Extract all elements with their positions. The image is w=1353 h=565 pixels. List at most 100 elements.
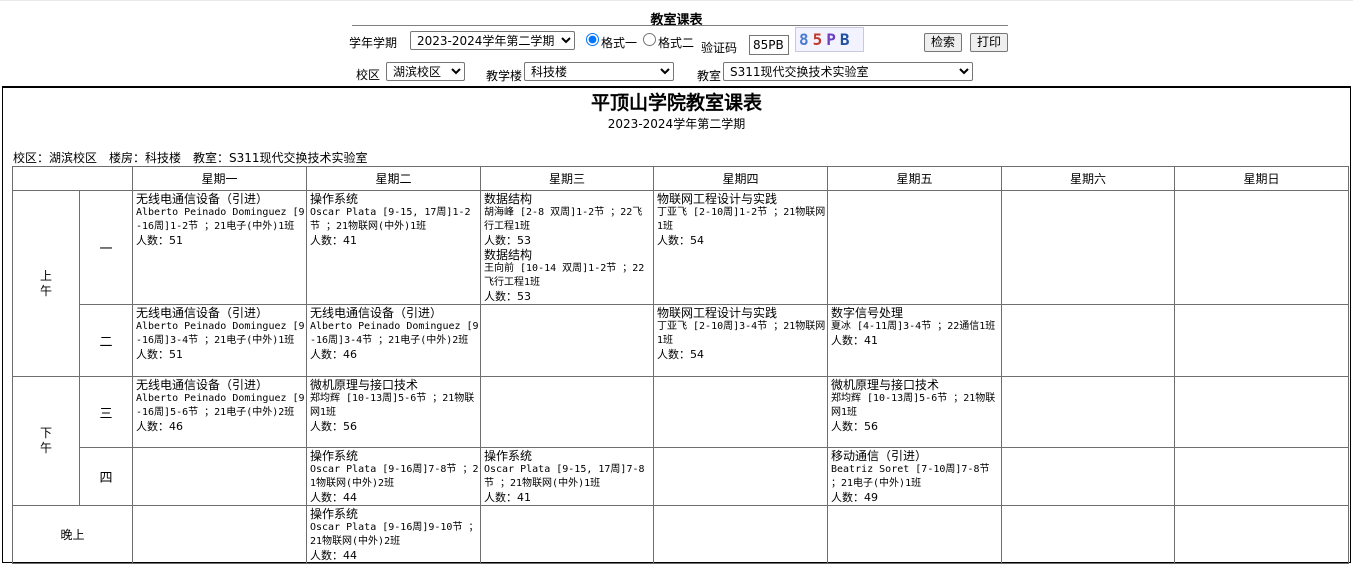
course-entry: 操作系统 Oscar Plata [9-16周]9-10节 ；21物联网(中外)2… xyxy=(310,507,479,563)
cell-s2-d7 xyxy=(1174,304,1349,377)
term-label: 学年学期 xyxy=(349,36,398,50)
cell-s1-d3: 数据结构 胡海峰 [2-8 双周]1-2节 ；22飞行工程1班 人数：53 数据结构王… xyxy=(480,190,654,305)
course-entry: 微机原理与接口技术 郑均辉 [10-13周]5-6节 ；21物联网1班 人数：56 xyxy=(831,378,1000,434)
format-two-radio[interactable] xyxy=(643,33,656,46)
course-count: 人数：44 xyxy=(310,491,357,504)
cell-s3-d2: 微机原理与接口技术 郑均辉 [10-13周]5-6节 ；21物联网1班人数：56 xyxy=(306,376,481,448)
course-entry: 操作系统 Oscar Plata [9-15, 17周]7-8节 ；21物联网(中… xyxy=(484,449,652,505)
cell-s5-d2: 操作系统 Oscar Plata [9-16周]9-10节 ；21物联网(中外)2… xyxy=(306,505,481,564)
slot-label: 一 xyxy=(79,190,133,305)
cell-s4-d7 xyxy=(1174,447,1349,506)
cell-s3-d5: 微机原理与接口技术 郑均辉 [10-13周]5-6节 ；21物联网1班 人数：56 xyxy=(827,376,1002,448)
course-count: 人数：44 xyxy=(310,549,357,562)
slot-label: 二 xyxy=(79,304,133,377)
cell-s5-d5 xyxy=(827,505,1002,564)
cell-s5-d3 xyxy=(480,505,654,564)
course-title: 无线电通信设备（引进） xyxy=(136,192,269,206)
captcha-label: 验证码 xyxy=(701,41,738,55)
format-one-radio[interactable] xyxy=(586,33,599,46)
course-title: 无线电通信设备（引进） xyxy=(136,306,269,320)
course-title: 数据结构 xyxy=(484,248,533,262)
room-select[interactable]: S311现代交换技术实验室 xyxy=(723,62,973,81)
course-entry: 物联网工程设计与实践 丁亚飞 [2-10周]3-4节 ；21物联网1班 人数：54 xyxy=(657,306,826,362)
course-entry: 物联网工程设计与实践 丁亚飞 [2-10周]1-2节 ；21物联网1班 人数：54 xyxy=(657,192,826,248)
slot-label: 四 xyxy=(79,447,133,506)
cell-s4-d3: 操作系统 Oscar Plata [9-15, 17周]7-8节 ；21物联网(中… xyxy=(480,447,654,506)
course-title: 微机原理与接口技术 xyxy=(831,378,940,392)
campus-select[interactable]: 湖滨校区 xyxy=(386,62,465,81)
table-row: 上午 一 无线电通信设备（引进） Alberto Peinado Domingue… xyxy=(12,190,1349,377)
course-entry: 数据结构 胡海峰 [2-8 双周]1-2节 ；22飞行工程1班 人数：53 xyxy=(484,192,652,248)
course-detail: Alberto Peinado Dominguez [9-16周]3-4节 ；2… xyxy=(310,321,479,346)
cell-s1-d4: 物联网工程设计与实践 丁亚飞 [2-10周]1-2节 ；21物联网1班 人数：54 xyxy=(653,190,828,305)
cell-s4-d6 xyxy=(1001,447,1175,506)
cell-s2-d2: 无线电通信设备（引进） Alberto Peinado Dominguez [9-… xyxy=(306,304,481,377)
course-entry: 无线电通信设备（引进） Alberto Peinado Dominguez [9-… xyxy=(136,306,305,362)
course-count: 人数：54 xyxy=(657,234,704,247)
course-count: 人数：41 xyxy=(310,234,357,247)
cell-s4-d5: 移动通信（引进） Beatriz Soret [7-10周]7-8节 ；21电子(… xyxy=(827,447,1002,506)
course-entry: 无线电通信设备（引进） Alberto Peinado Dominguez [9-… xyxy=(310,306,479,362)
cell-s5-d6 xyxy=(1001,505,1175,564)
search-button[interactable]: 检索 xyxy=(924,33,963,52)
captcha-input[interactable] xyxy=(749,35,789,55)
course-count: 人数：56 xyxy=(310,420,357,433)
cell-s2-d1: 无线电通信设备（引进） Alberto Peinado Dominguez [9-… xyxy=(132,304,307,377)
course-entry: 操作系统 Oscar Plata [9-15, 17周]1-2节 ；21物联网(中… xyxy=(310,192,479,248)
course-entry: 无线电通信设备（引进） Alberto Peinado Dominguez [9-… xyxy=(136,192,305,248)
course-count: 人数：51 xyxy=(136,348,183,361)
course-title: 操作系统 xyxy=(310,192,359,206)
table-row: 下午 三 无线电通信设备（引进） Alberto Peinado Domingue… xyxy=(12,376,1349,506)
day-header: 星期一 xyxy=(132,166,307,191)
print-button[interactable]: 打印 xyxy=(970,33,1009,52)
table-row: 二 无线电通信设备（引进） Alberto Peinado Dominguez [… xyxy=(13,304,1349,377)
course-title: 物联网工程设计与实践 xyxy=(657,192,778,206)
course-entry: 微机原理与接口技术 郑均辉 [10-13周]5-6节 ；21物联网1班人数：56 xyxy=(310,378,479,434)
course-title: 微机原理与接口技术 xyxy=(310,378,419,392)
course-detail: Alberto Peinado Dominguez [9-16周]1-2节 ；2… xyxy=(136,207,305,232)
course-count: 人数：54 xyxy=(657,348,704,361)
day-header: 星期四 xyxy=(653,166,828,191)
building-select[interactable]: 科技楼 xyxy=(524,62,674,81)
cell-s3-d3 xyxy=(480,376,654,448)
course-detail: Alberto Peinado Dominguez [9-16周]3-4节 ；2… xyxy=(136,321,305,346)
cell-s5-d4 xyxy=(653,505,828,564)
captcha-image[interactable]: 85PB xyxy=(795,27,864,52)
cell-s1-d7 xyxy=(1174,190,1349,305)
cell-s4-d4 xyxy=(653,447,828,506)
top-border xyxy=(0,0,1353,1)
course-detail: 丁亚飞 [2-10周]3-4节 ；21物联网1班 xyxy=(657,321,826,346)
course-entry: 数字信号处理 夏冰 [4-11周]3-4节 ；22通信1班 人数：41 xyxy=(831,306,1000,348)
term-select[interactable]: 2023-2024学年第二学期 xyxy=(410,31,575,50)
course-entry: 操作系统 Oscar Plata [9-16周]7-8节 ；21物联网(中外)2班… xyxy=(310,449,479,505)
day-header-row: 星期一 星期二 星期三 星期四 星期五 星期六 星期日 xyxy=(12,166,1349,191)
schedule-info: 校区：湖滨校区 楼房：科技楼 教室：S311现代交换技术实验室 xyxy=(13,151,368,165)
course-title: 数字信号处理 xyxy=(831,306,904,320)
course-title: 操作系统 xyxy=(310,449,359,463)
day-header: 星期日 xyxy=(1174,166,1349,191)
course-detail: Oscar Plata [9-16周]7-8节 ；21物联网(中外)2班 xyxy=(310,464,479,489)
cell-s2-d6 xyxy=(1001,304,1175,377)
title-divider xyxy=(352,25,1008,26)
course-detail: Oscar Plata [9-15, 17周]7-8节 ；21物联网(中外)1班 xyxy=(484,464,645,489)
day-header: 星期二 xyxy=(306,166,481,191)
course-count: 人数：53 xyxy=(484,290,531,303)
course-count: 人数：41 xyxy=(831,334,878,347)
period-evening: 晚上 xyxy=(12,505,133,564)
campus-label: 校区 xyxy=(356,68,381,82)
course-title: 操作系统 xyxy=(484,449,533,463)
course-detail: 郑均辉 [10-13周]5-6节 ；21物联网1班 xyxy=(310,393,475,418)
cell-s3-d7 xyxy=(1174,376,1349,448)
course-detail: Alberto Peinado Dominguez [9-16周]5-6节 ；2… xyxy=(136,393,305,418)
building-label: 教学楼 xyxy=(486,69,523,83)
course-count: 人数：46 xyxy=(136,420,183,433)
schedule-table: 星期一 星期二 星期三 星期四 星期五 星期六 星期日 上午 一 无线电通信设备… xyxy=(12,166,1349,564)
cell-s4-d1 xyxy=(132,447,307,506)
schedule-title: 平顶山学院教室课表 xyxy=(590,92,762,114)
format-two-label: 格式二 xyxy=(658,36,695,50)
day-header: 星期五 xyxy=(827,166,1002,191)
course-count: 人数：56 xyxy=(831,420,878,433)
cell-s2-d4: 物联网工程设计与实践 丁亚飞 [2-10周]3-4节 ；21物联网1班 人数：54 xyxy=(653,304,828,377)
cell-s1-d6 xyxy=(1001,190,1175,305)
cell-s4-d2: 操作系统 Oscar Plata [9-16周]7-8节 ；21物联网(中外)2班… xyxy=(306,447,481,506)
